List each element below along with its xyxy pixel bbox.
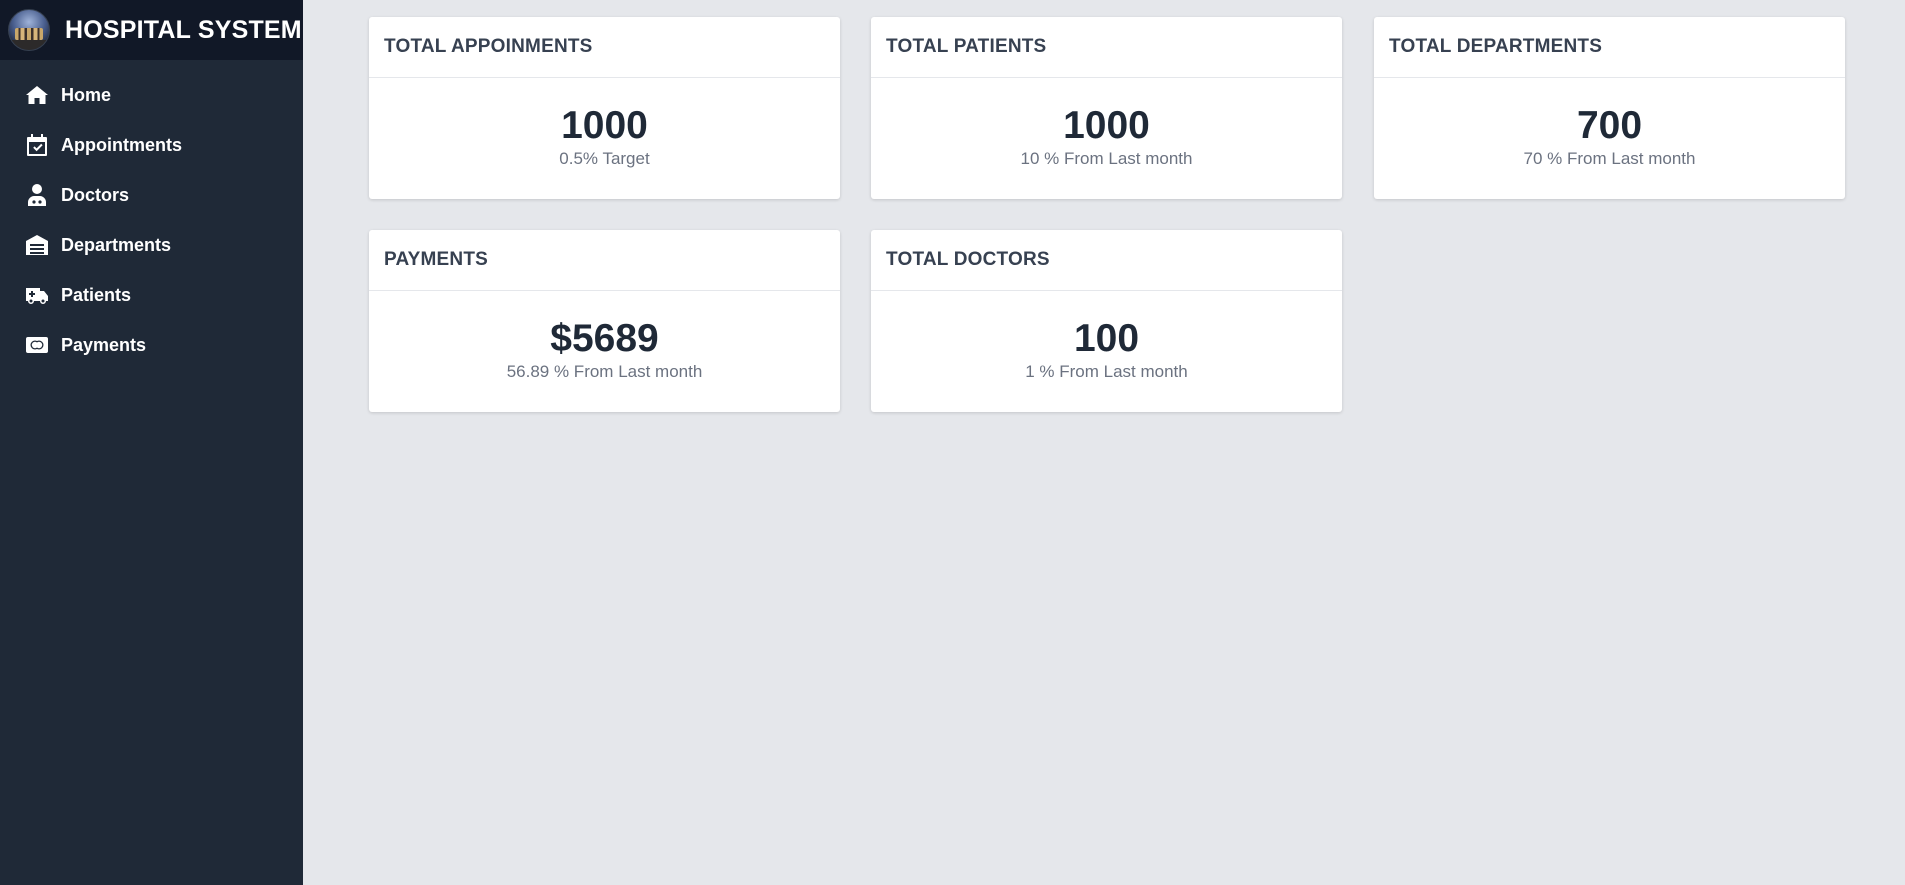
stat-card-doctors: TOTAL DOCTORS 100 1 % From Last month (871, 230, 1342, 412)
sidebar-item-payments[interactable]: Payments (0, 320, 303, 370)
sidebar-item-label: Doctors (61, 184, 130, 205)
sidebar-item-label: Patients (61, 284, 132, 305)
stat-card-departments: TOTAL DEPARTMENTS 700 70 % From Last mon… (1374, 17, 1845, 199)
brand-header[interactable]: HOSPITAL SYSTEM (0, 0, 303, 60)
hospital-logo (8, 9, 50, 51)
card-value: 1000 (561, 104, 648, 147)
sidebar-nav: Home Appointments Doctors Departments Pa… (0, 70, 303, 370)
card-title: TOTAL PATIENTS (886, 36, 1047, 57)
app-title: HOSPITAL SYSTEM (65, 15, 302, 44)
card-subtext: 0.5% Target (559, 149, 650, 168)
doctor-icon (25, 183, 49, 207)
sidebar-item-departments[interactable]: Departments (0, 220, 303, 270)
card-icon (25, 333, 49, 357)
card-subtext: 1 % From Last month (1025, 362, 1188, 381)
stat-card-patients: TOTAL PATIENTS 1000 10 % From Last month (871, 17, 1342, 199)
calendar-check-icon (25, 133, 49, 157)
card-title: PAYMENTS (384, 249, 489, 270)
sidebar-item-label: Appointments (61, 134, 182, 155)
ambulance-icon (25, 283, 49, 307)
sidebar-item-label: Departments (61, 234, 172, 255)
card-value: 700 (1576, 104, 1643, 147)
stat-card-appointments: TOTAL APPOINMENTS 1000 0.5% Target (369, 17, 840, 199)
card-title: TOTAL DEPARTMENTS (1389, 36, 1603, 57)
sidebar-item-label: Home (61, 84, 112, 105)
card-title: TOTAL APPOINMENTS (384, 36, 593, 57)
card-subtext: 10 % From Last month (1020, 149, 1193, 168)
card-title: TOTAL DOCTORS (886, 249, 1050, 270)
sidebar: HOSPITAL SYSTEM Home Appointments Doctor… (0, 0, 303, 885)
sidebar-item-patients[interactable]: Patients (0, 270, 303, 320)
sidebar-item-home[interactable]: Home (0, 70, 303, 120)
home-icon (25, 83, 49, 107)
card-value: 100 (1073, 317, 1140, 360)
card-subtext: 70 % From Last month (1523, 149, 1696, 168)
card-subtext: 56.89 % From Last month (506, 362, 703, 381)
sidebar-item-appointments[interactable]: Appointments (0, 120, 303, 170)
building-icon (25, 233, 49, 257)
sidebar-item-doctors[interactable]: Doctors (0, 170, 303, 220)
main-content: TOTAL APPOINMENTS 1000 0.5% Target TOTAL… (303, 0, 1905, 885)
card-value: $5689 (550, 317, 659, 360)
card-value: 1000 (1063, 104, 1150, 147)
stat-card-payments: PAYMENTS $5689 56.89 % From Last month (369, 230, 840, 412)
sidebar-item-label: Payments (61, 334, 147, 355)
